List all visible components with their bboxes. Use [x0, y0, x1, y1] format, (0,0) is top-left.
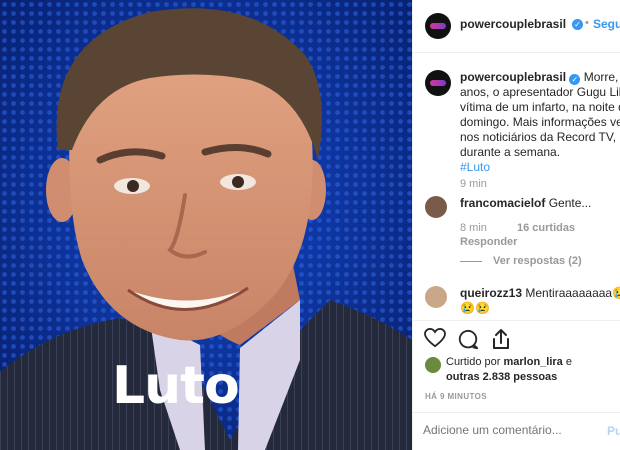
liker-avatar[interactable]	[425, 357, 441, 373]
comment-text: Gente...	[548, 196, 592, 210]
comment-icon[interactable]	[457, 328, 479, 350]
comment-username[interactable]: francomacielof	[460, 196, 545, 210]
caption-line: Morre, aos	[583, 70, 620, 84]
post-overlay-text: Luto	[112, 356, 240, 416]
caption-line: vítima de um infarto, na noite des	[460, 100, 620, 114]
replies-divider	[460, 261, 482, 262]
post-header: powercouplebrasil ✓ • Seguir	[413, 0, 620, 53]
caption-time[interactable]: 9 min	[460, 178, 487, 190]
likes-summary: Curtido por marlon_lira e outras 2.838 p…	[446, 355, 572, 385]
caption-username[interactable]: powercouplebrasil	[460, 70, 566, 84]
likes-prefix: Curtido por	[446, 356, 501, 368]
heart-icon[interactable]	[424, 328, 446, 348]
comment-time[interactable]: 8 min	[460, 222, 487, 234]
caption-line: anos, o apresentador Gugu Liber	[460, 85, 620, 99]
post-sidebar: powercouplebrasil ✓ • Seguir powercouple…	[412, 0, 620, 450]
comment-likes[interactable]: 16 curtidas	[517, 222, 575, 234]
actions-divider	[413, 320, 620, 321]
verified-icon: ✓	[572, 19, 583, 30]
liker-username[interactable]: marlon_lira	[503, 356, 562, 368]
caption-avatar[interactable]	[425, 70, 451, 96]
view-replies-button[interactable]: Ver respostas (2)	[493, 255, 582, 267]
caption-line: nos noticiários da Record TV,	[460, 130, 617, 144]
comment-input[interactable]	[423, 420, 583, 440]
comment-row: francomacielof Gente...	[460, 196, 591, 211]
comment-text: Mentiraaaaaaaa😢	[525, 286, 620, 300]
post-image[interactable]: Luto	[0, 0, 412, 450]
commenter-avatar[interactable]	[425, 286, 447, 308]
comment-row: queirozz13 Mentiraaaaaaaa😢 😢😢	[460, 286, 620, 316]
verified-icon: ✓	[569, 74, 581, 85]
header-dot: •	[585, 17, 589, 29]
reply-button[interactable]: Responder	[460, 236, 517, 248]
comment-username[interactable]: queirozz13	[460, 286, 522, 300]
post-timestamp[interactable]: HÁ 9 MINUTOS	[425, 392, 487, 401]
commenter-avatar[interactable]	[425, 196, 447, 218]
caption-line: durante a semana.	[460, 145, 561, 159]
comment-text-line2: 😢😢	[460, 301, 490, 315]
hashtag-link[interactable]: #Luto	[460, 160, 490, 174]
follow-button[interactable]: Seguir	[593, 17, 620, 31]
likes-others[interactable]: outras 2.838 pessoas	[446, 371, 557, 383]
header-username[interactable]: powercouplebrasil	[460, 17, 566, 31]
caption-block: powercouplebrasil ✓ Morre, aos anos, o a…	[460, 70, 620, 175]
profile-avatar[interactable]	[425, 13, 451, 39]
share-icon[interactable]	[491, 328, 511, 350]
comment-box-divider	[413, 412, 620, 413]
publish-button[interactable]: Pu	[607, 424, 620, 438]
caption-line: domingo. Mais informações vejan	[460, 115, 620, 129]
likes-conj: e	[565, 356, 572, 368]
